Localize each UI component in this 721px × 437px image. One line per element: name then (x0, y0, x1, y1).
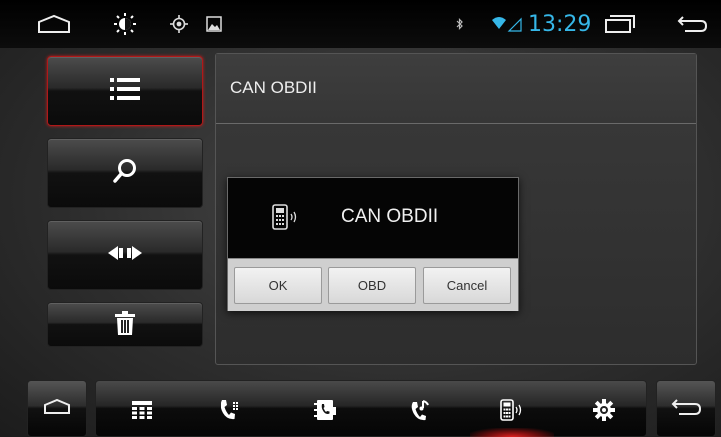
dialog-body: CAN OBDII (228, 178, 518, 258)
dialog-message: CAN OBDII (341, 206, 439, 227)
connect-button[interactable] (47, 220, 203, 290)
status-bar: 13:29 (0, 0, 721, 48)
nav-center-bar (95, 380, 647, 437)
picture-icon (204, 0, 224, 48)
connect-icon (108, 245, 142, 265)
cancel-button[interactable]: Cancel (423, 267, 511, 304)
brightness-icon[interactable] (112, 0, 138, 48)
obd-button[interactable]: OBD (328, 267, 416, 304)
home-icon[interactable] (36, 0, 72, 48)
search-button[interactable] (47, 138, 203, 208)
dialog-button-bar: OK OBD Cancel (228, 258, 518, 311)
contacts-icon[interactable] (305, 381, 345, 437)
phone-dialpad-icon[interactable] (211, 381, 251, 437)
list-button[interactable] (47, 56, 203, 126)
bottom-nav (0, 380, 721, 437)
gps-icon (168, 0, 190, 48)
car-head-unit-screen: 13:29 CAN OBDII CAN OBDII OK OBD Cancel (0, 0, 721, 437)
music-call-icon[interactable] (401, 381, 441, 437)
panel-header: CAN OBDII (216, 54, 696, 124)
bluetooth-icon (453, 0, 467, 48)
delete-button[interactable] (47, 302, 203, 347)
delete-icon (115, 310, 135, 339)
apps-grid-icon[interactable] (122, 381, 162, 437)
active-indicator (470, 428, 554, 437)
home-icon (43, 398, 71, 419)
panel-title: CAN OBDII (230, 78, 317, 97)
settings-icon[interactable] (584, 381, 624, 437)
ok-button[interactable]: OK (234, 267, 322, 304)
back-icon (671, 398, 702, 420)
back-icon[interactable] (675, 0, 709, 48)
obd-device-icon (272, 204, 302, 234)
clock: 13:29 (528, 12, 592, 37)
list-icon (110, 77, 140, 105)
obd-dialog: CAN OBDII OK OBD Cancel (227, 177, 519, 311)
search-icon (113, 158, 137, 188)
nav-home-button[interactable] (27, 380, 87, 437)
nav-back-button[interactable] (656, 380, 716, 437)
wifi-icon (489, 0, 525, 48)
recent-apps-icon[interactable] (603, 0, 637, 48)
